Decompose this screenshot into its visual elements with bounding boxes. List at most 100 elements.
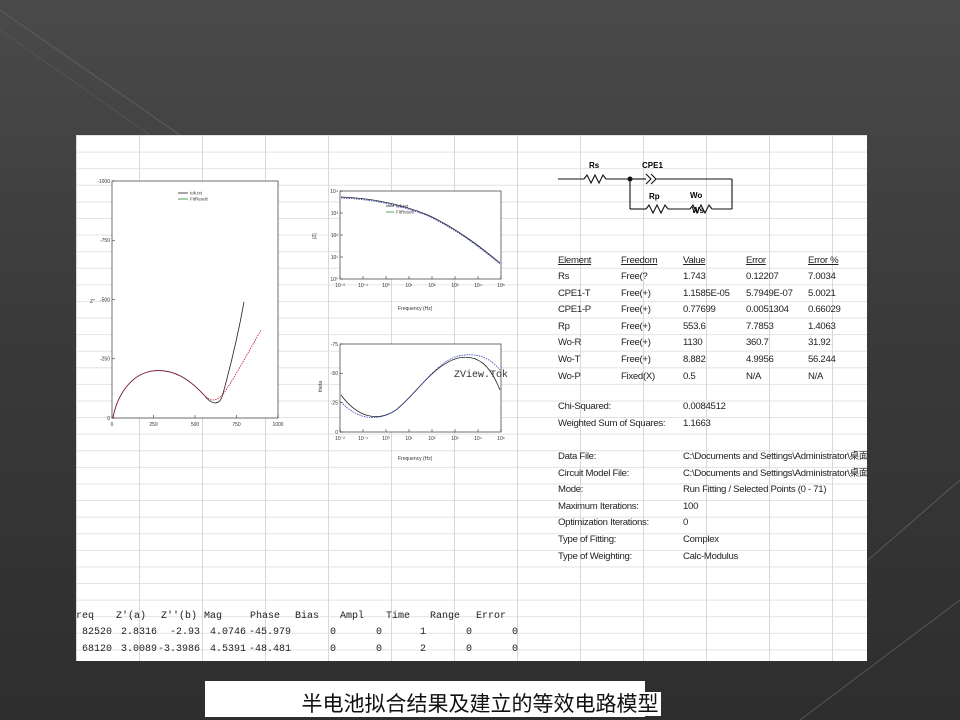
data-table-header-cell: Bias bbox=[295, 611, 320, 622]
bode-xtick-label: 10⁻¹ bbox=[358, 283, 368, 289]
data-table-cell: 68120 bbox=[82, 644, 113, 655]
rs-resistor bbox=[583, 173, 607, 185]
results-cell: 0.0051304 bbox=[746, 304, 789, 316]
results-cell: N/A bbox=[808, 370, 824, 382]
circuit-label-rp: Rp bbox=[649, 192, 660, 201]
rp-resistor bbox=[645, 203, 669, 215]
info-value: Complex bbox=[683, 534, 719, 545]
results-cell: 1.4063 bbox=[808, 320, 836, 332]
bode-ytick-label: 0 bbox=[335, 430, 338, 436]
results-cell: Wo-T bbox=[558, 354, 581, 365]
results-cell: 5.0021 bbox=[808, 287, 836, 299]
caption-text: 半电池拟合结果及建立的等效电路模型 bbox=[299, 692, 661, 716]
bode-ytick-label: 10² bbox=[331, 233, 339, 239]
circuit-label-rs: Rs bbox=[589, 161, 600, 170]
bode-xtick-label: 10¹ bbox=[405, 436, 413, 442]
results-cell: Free(+) bbox=[621, 337, 651, 349]
nyquist-ytick-label: -250 bbox=[100, 357, 110, 363]
results-cell: Rs bbox=[558, 271, 570, 282]
data-table-cell: 2.8316 bbox=[121, 627, 158, 638]
bode-xtick-label: 10⁰ bbox=[382, 436, 390, 442]
data-table-cell: 2 bbox=[420, 644, 427, 655]
info-value: C:\Documents and Settings\Administrator\… bbox=[683, 451, 867, 462]
bode-xtick-label: 10⁻² bbox=[335, 436, 345, 442]
data-table-header-cell: Range bbox=[430, 611, 461, 622]
data-table-cell: 4.0746 bbox=[210, 627, 247, 638]
results-cell: Free(+) bbox=[621, 354, 651, 365]
info-value: Calc-Modulus bbox=[683, 550, 739, 562]
data-table-cell: 3.0089 bbox=[121, 644, 158, 655]
results-cell: 7.0034 bbox=[808, 271, 836, 282]
data-table-cell: 4.5391 bbox=[210, 644, 247, 655]
results-cell: CPE1-T bbox=[558, 287, 591, 299]
bode-phase-plot: -75 -50 -25 0 10⁻² 10⁻¹ 10⁰ 10¹ 10² 10³ 10⁴ 10⁵ Fr… bbox=[308, 340, 508, 470]
results-header-cell: Element bbox=[558, 255, 592, 266]
data-table-header-cell: Ampl bbox=[340, 611, 365, 622]
data-table-cell: -48.481 bbox=[249, 644, 292, 655]
data-table-cell: 0 bbox=[376, 627, 383, 638]
info-label: Data File: bbox=[558, 451, 597, 462]
info-value: C:\Documents and Settings\Administrator\… bbox=[683, 467, 867, 479]
stat-value: 1.1663 bbox=[683, 417, 711, 429]
results-cell: Rp bbox=[558, 320, 570, 332]
nyquist-ytick-label: -1000 bbox=[97, 179, 110, 185]
info-value: 0 bbox=[683, 517, 689, 529]
cpe-element bbox=[645, 173, 652, 185]
bode-ytick-label: -75 bbox=[331, 342, 338, 348]
bode-ytick-label: -25 bbox=[331, 400, 338, 406]
data-table-cell: 0 bbox=[466, 644, 473, 655]
bode-xtick-label: 10⁻² bbox=[335, 283, 345, 289]
nyquist-xtick-label: 1000 bbox=[272, 422, 283, 428]
bode-phase-xlabel: Frequency (Hz) bbox=[398, 456, 433, 462]
results-cell: Free(? bbox=[621, 271, 648, 282]
bode-xtick-label: 10⁰ bbox=[382, 283, 390, 289]
nyquist-ytick-label: -500 bbox=[100, 297, 110, 303]
bode-mag-legend-fit: FitResult bbox=[396, 210, 415, 215]
info-label: Circuit Model File: bbox=[558, 467, 630, 479]
results-cell: N/A bbox=[746, 370, 762, 382]
zview-annotation: ZView.Tok bbox=[454, 370, 509, 381]
results-cell: 0.12207 bbox=[746, 271, 779, 282]
data-table-header-cell: Z'(a) bbox=[116, 611, 147, 622]
data-table-cell: 0 bbox=[466, 627, 473, 638]
results-cell: Wo-P bbox=[558, 370, 581, 382]
bode-ytick-label: -50 bbox=[331, 371, 338, 377]
nyquist-xtick-label: 0 bbox=[111, 422, 114, 428]
results-cell: 553.6 bbox=[683, 320, 706, 332]
data-table-header-cell: Z''(b) bbox=[161, 611, 198, 622]
data-table-header-cell: req bbox=[76, 611, 95, 622]
slide-caption: 半电池拟合结果及建立的等效电路模型 bbox=[0, 688, 960, 718]
bode-ytick-label: 10⁰ bbox=[330, 277, 338, 283]
results-cell: 8.882 bbox=[683, 354, 706, 365]
results-cell: 7.7853 bbox=[746, 320, 774, 332]
data-table-header-cell: Phase bbox=[250, 611, 281, 622]
bode-xtick-label: 10⁴ bbox=[474, 283, 482, 289]
bode-mag-ylabel: |Z| bbox=[312, 233, 318, 239]
results-cell: Free(+) bbox=[621, 320, 651, 332]
data-table-cell: -45.979 bbox=[249, 627, 292, 638]
nyquist-ytick-label: -750 bbox=[100, 238, 110, 244]
legend-data: tok.txt bbox=[190, 191, 203, 196]
data-table-cell: -3.3986 bbox=[158, 644, 201, 655]
results-cell: 0.66029 bbox=[808, 304, 841, 316]
bode-xtick-label: 10⁴ bbox=[474, 436, 482, 442]
results-cell: 360.7 bbox=[746, 337, 769, 349]
nyquist-xtick-label: 250 bbox=[149, 422, 158, 428]
data-table-row: 82520 2.8316 -2.93 4.0746 -45.979 0 0 1 0 0 bbox=[76, 625, 867, 641]
bode-phase-ylabel: theta bbox=[318, 381, 324, 392]
stat-label: Weighted Sum of Squares: bbox=[558, 417, 666, 429]
bode-magnitude-plot: 10⁴ 10³ 10² 10¹ 10⁰ 10⁻² 10⁻¹ 10⁰ 10¹ 10² 10³ 10⁴ 1… bbox=[308, 187, 508, 322]
data-table-cell: 0 bbox=[512, 627, 519, 638]
bode-xtick-label: 10³ bbox=[451, 436, 459, 442]
results-cell: 0.5 bbox=[683, 370, 696, 382]
nyquist-plot: -1000-750-500-2500 02505007501000 Z' Z''… bbox=[86, 175, 286, 435]
results-header-cell: Value bbox=[683, 255, 706, 266]
results-cell: Wo-R bbox=[558, 337, 582, 349]
results-cell: 1.1585E-05 bbox=[683, 287, 730, 299]
results-cell: CPE1-P bbox=[558, 304, 591, 316]
bode-xtick-label: 10⁵ bbox=[497, 283, 505, 289]
bode-xtick-label: 10² bbox=[428, 436, 436, 442]
nyquist-ylabel: Z'' bbox=[90, 299, 95, 305]
results-cell: 5.7949E-07 bbox=[746, 287, 793, 299]
data-table-cell: -2.93 bbox=[170, 627, 201, 638]
